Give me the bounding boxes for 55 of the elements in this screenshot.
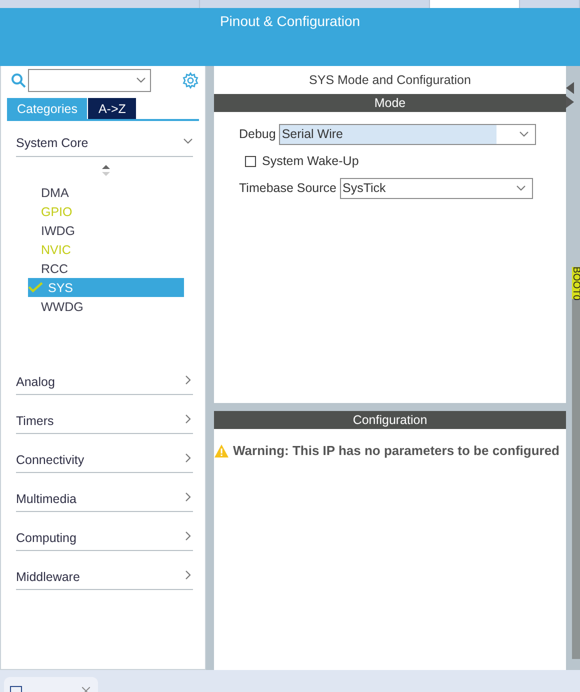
- category-label: Computing: [16, 531, 76, 545]
- section-header: Mode: [214, 94, 566, 112]
- search-field[interactable]: [28, 68, 151, 92]
- peripheral-label: WWDG: [41, 300, 84, 314]
- category-header[interactable]: Timers: [16, 395, 193, 434]
- peripheral-label: NVIC: [41, 242, 71, 256]
- field-label: Timebase Source: [239, 181, 336, 195]
- field-label: Debug: [239, 127, 276, 141]
- section-header: Configuration: [214, 411, 566, 429]
- chevron-right-icon: [183, 414, 193, 424]
- checkbox-label: System Wake-Up: [262, 154, 359, 168]
- chevron-right-icon: [183, 375, 193, 385]
- warning-message: Warning: This IP has no parameters to be configured: [233, 443, 560, 458]
- console-tab[interactable]: [4, 677, 98, 692]
- category-header[interactable]: System Core: [16, 121, 193, 157]
- peripheral-label: RCC: [41, 262, 68, 276]
- close-icon[interactable]: [82, 687, 90, 692]
- dropdown-icon: [518, 129, 529, 139]
- chevron-right-icon: [183, 492, 193, 502]
- header-title: Pinout & Configuration: [220, 13, 360, 31]
- category-header[interactable]: Connectivity: [16, 434, 193, 473]
- category-tab[interactable]: A->Z: [88, 98, 136, 119]
- panel-title: SYS Mode and Configuration: [308, 72, 472, 89]
- peripheral-label: IWDG: [41, 224, 76, 238]
- category-label: Multimedia: [16, 492, 76, 506]
- peripheral-item[interactable]: WWDG: [28, 297, 184, 316]
- category-label: Middleware: [16, 570, 80, 584]
- peripheral-label: DMA: [41, 186, 69, 200]
- search-icon: [11, 72, 26, 88]
- dropdown-icon: [136, 75, 146, 85]
- chevron-right-icon: [183, 531, 193, 541]
- chevron-right-icon: [183, 570, 193, 580]
- dropdown-field[interactable]: Serial Wire: [278, 124, 536, 144]
- peripheral-label: SYS: [48, 280, 74, 294]
- category-header[interactable]: Analog: [16, 356, 193, 395]
- category-label: System Core: [16, 136, 88, 150]
- category-header[interactable]: Multimedia: [16, 473, 193, 512]
- category-header[interactable]: Middleware: [16, 551, 193, 590]
- category-label: Analog: [16, 375, 55, 389]
- peripheral-item[interactable]: DMA: [28, 183, 184, 202]
- chevron-down-icon: [183, 136, 193, 146]
- category-label: Connectivity: [16, 453, 84, 467]
- sort-icon[interactable]: [102, 165, 110, 176]
- category-header[interactable]: Computing: [16, 512, 193, 551]
- category-label: Timers: [16, 414, 54, 428]
- peripheral-label: GPIO: [41, 204, 72, 218]
- dropdown-icon: [516, 183, 526, 193]
- settings-icon[interactable]: [182, 72, 199, 88]
- peripheral-item[interactable]: IWDG: [28, 221, 184, 240]
- chevron-right-icon: [183, 453, 193, 463]
- collapse-arrows-icon[interactable]: [566, 82, 574, 108]
- peripheral-item[interactable]: RCC: [28, 259, 184, 278]
- console-icon: [10, 686, 22, 692]
- checkbox[interactable]: [245, 156, 256, 166]
- dropdown-field[interactable]: SysTick: [340, 178, 532, 198]
